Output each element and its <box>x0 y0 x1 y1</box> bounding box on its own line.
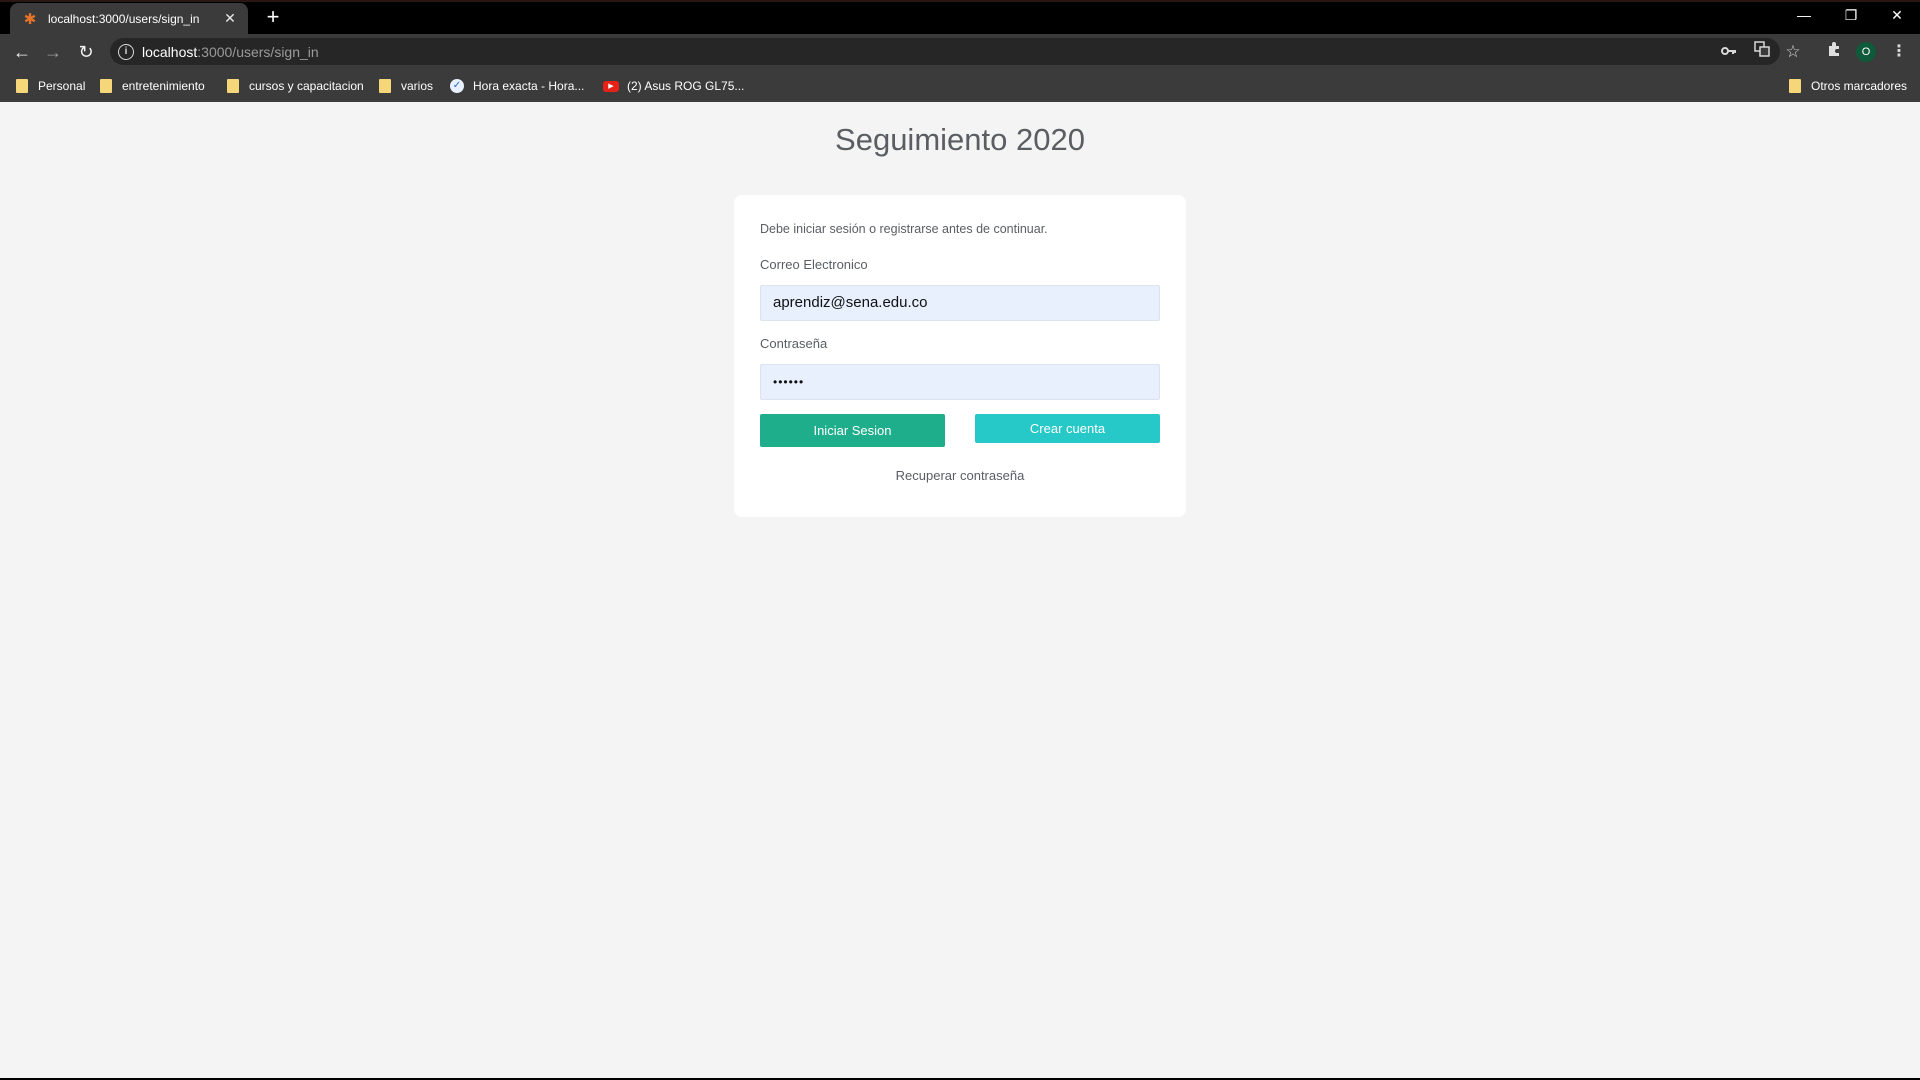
url-host: localhost <box>142 43 198 60</box>
tab-title: localhost:3000/users/sign_in <box>48 11 200 26</box>
create-account-button[interactable]: Crear cuenta <box>975 414 1160 443</box>
menu-icon[interactable]: ⋮ <box>1886 39 1912 65</box>
forward-button[interactable]: → <box>40 39 66 65</box>
page-title: Seguimiento 2020 <box>835 122 1085 157</box>
minimize-button[interactable]: — <box>1786 3 1822 27</box>
bookmark-varios[interactable]: varios <box>379 76 433 96</box>
recover-password-link[interactable]: Recuperar contraseña <box>734 468 1186 483</box>
profile-avatar[interactable]: O <box>1856 42 1876 62</box>
bookmark-label: Personal <box>38 79 86 93</box>
bookmark-hora-exacta[interactable]: ✓ Hora exacta - Hora... <box>450 76 584 96</box>
youtube-icon: ▶ <box>603 80 619 92</box>
bookmark-otros-marcadores[interactable]: Otros marcadores <box>1789 76 1907 96</box>
sena-logo-icon: ✱ <box>23 10 37 28</box>
bookmark-cursos[interactable]: cursos y capacitacion <box>227 76 364 96</box>
browser-tab[interactable]: ✱ localhost:3000/users/sign_in ✕ <box>10 3 248 34</box>
folder-icon <box>100 79 112 93</box>
bookmark-entretenimiento[interactable]: entretenimiento <box>100 76 205 96</box>
tab-strip: ✱ localhost:3000/users/sign_in ✕ + — ❐ ✕ <box>0 0 1920 34</box>
check-circle-icon: ✓ <box>450 79 464 93</box>
bookmarks-bar: Personal entretenimiento cursos y capaci… <box>0 69 1920 102</box>
bookmark-label: Hora exacta - Hora... <box>473 79 585 93</box>
email-field[interactable]: aprendiz@sena.edu.co <box>760 285 1160 321</box>
back-button[interactable]: ← <box>9 39 35 65</box>
folder-icon <box>379 79 391 93</box>
bookmark-personal[interactable]: Personal <box>16 76 85 96</box>
key-icon[interactable] <box>1716 39 1742 65</box>
restore-button[interactable]: ❐ <box>1833 3 1869 27</box>
folder-icon <box>1789 79 1801 93</box>
bookmark-label: (2) Asus ROG GL75... <box>627 79 745 93</box>
bookmark-label: entretenimiento <box>122 79 205 93</box>
folder-icon <box>227 79 239 93</box>
signin-notice: Debe iniciar sesión o registrarse antes … <box>760 222 1048 236</box>
password-field[interactable]: •••••• <box>760 364 1160 400</box>
folder-icon <box>16 79 28 93</box>
site-info-icon[interactable]: i <box>118 43 134 60</box>
extensions-icon[interactable] <box>1821 39 1847 65</box>
address-bar[interactable]: i localhost:3000/users/sign_in <box>110 38 1780 65</box>
tabstrip-accent-line <box>0 0 1920 2</box>
bookmark-label: Otros marcadores <box>1811 79 1908 93</box>
star-icon[interactable]: ☆ <box>1780 39 1806 65</box>
bookmark-label: cursos y capacitacion <box>249 79 364 93</box>
window-close-button[interactable]: ✕ <box>1879 3 1915 27</box>
password-label: Contraseña <box>760 336 828 351</box>
login-button[interactable]: Iniciar Sesion <box>760 414 945 447</box>
translate-icon[interactable] <box>1749 39 1775 65</box>
browser-toolbar: ← → ↻ i localhost:3000/users/sign_in ☆ O… <box>0 34 1920 69</box>
bookmark-asus-rog[interactable]: ▶ (2) Asus ROG GL75... <box>603 76 744 96</box>
page-content: Seguimiento 2020 Debe iniciar sesión o r… <box>0 102 1920 1078</box>
tab-close-icon[interactable]: ✕ <box>222 10 238 27</box>
reload-button[interactable]: ↻ <box>73 39 99 65</box>
url-path: :3000/users/sign_in <box>197 43 319 60</box>
login-card: Debe iniciar sesión o registrarse antes … <box>734 195 1186 517</box>
new-tab-button[interactable]: + <box>260 6 286 30</box>
bookmark-label: varios <box>401 79 434 93</box>
email-label: Correo Electronico <box>760 257 868 272</box>
